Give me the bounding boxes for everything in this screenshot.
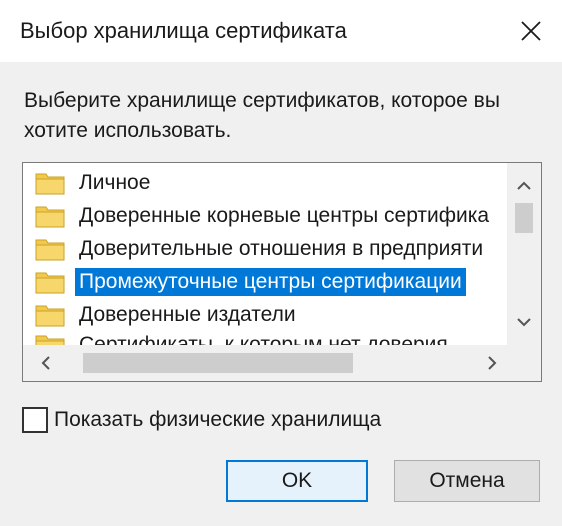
- certificate-store-dialog: Выбор хранилища сертификата Выберите хра…: [0, 0, 562, 526]
- folder-icon: [35, 173, 65, 195]
- scroll-left-button[interactable]: [31, 345, 61, 381]
- scrollbar-corner: [507, 345, 541, 381]
- store-item-label: Доверенные издатели: [79, 303, 296, 326]
- show-physical-stores-checkbox[interactable]: [22, 407, 48, 433]
- show-physical-stores-label: Показать физические хранилища: [54, 408, 382, 431]
- store-item-enterprise-trust[interactable]: Доверительные отношения в предприяти: [23, 233, 507, 265]
- folder-icon: [35, 335, 65, 345]
- store-item-trusted-root[interactable]: Доверенные корневые центры сертифика: [23, 200, 507, 232]
- store-item-intermediate-ca[interactable]: Промежуточные центры сертификации: [23, 266, 507, 298]
- ok-button[interactable]: OK: [226, 460, 368, 502]
- close-icon: [521, 21, 541, 41]
- show-physical-stores-option[interactable]: Показать физические хранилища: [22, 404, 381, 436]
- chevron-right-icon: [488, 356, 497, 370]
- instruction-text: Выберите хранилище сертификатов, которое…: [24, 89, 500, 142]
- vertical-scroll-thumb[interactable]: [515, 203, 533, 233]
- certificate-store-list[interactable]: Личное Доверенные корневые центры сертиф…: [22, 162, 542, 382]
- store-item-personal[interactable]: Личное: [23, 167, 507, 199]
- folder-icon: [35, 206, 65, 228]
- folder-icon: [35, 272, 65, 294]
- dialog-body: Выберите хранилище сертификатов, которое…: [0, 62, 562, 526]
- close-button[interactable]: [500, 0, 562, 62]
- scroll-right-button[interactable]: [477, 345, 507, 381]
- store-item-label: Промежуточные центры сертификации: [75, 268, 466, 296]
- chevron-left-icon: [41, 356, 50, 370]
- store-item-untrusted[interactable]: Сертификаты, к которым нет доверия: [23, 329, 507, 345]
- dialog-title: Выбор хранилища сертификата: [20, 18, 347, 43]
- vertical-scrollbar[interactable]: [507, 163, 541, 345]
- store-list-viewport: Личное Доверенные корневые центры сертиф…: [23, 163, 507, 345]
- store-item-label: Доверенные корневые центры сертифика: [79, 204, 490, 227]
- title-bar: Выбор хранилища сертификата: [0, 0, 562, 62]
- chevron-down-icon: [517, 318, 531, 327]
- horizontal-scrollbar[interactable]: [23, 345, 507, 381]
- chevron-up-icon: [517, 181, 531, 190]
- folder-icon: [35, 239, 65, 261]
- store-item-label: Сертификаты, к которым нет доверия: [79, 333, 448, 345]
- scroll-up-button[interactable]: [507, 171, 541, 201]
- cancel-button[interactable]: Отмена: [394, 460, 540, 502]
- store-item-label: Доверительные отношения в предприяти: [79, 237, 484, 260]
- store-item-trusted-publishers[interactable]: Доверенные издатели: [23, 299, 507, 331]
- store-item-label: Личное: [79, 171, 151, 194]
- horizontal-scroll-thumb[interactable]: [83, 353, 353, 373]
- scroll-down-button[interactable]: [507, 307, 541, 337]
- folder-icon: [35, 305, 65, 327]
